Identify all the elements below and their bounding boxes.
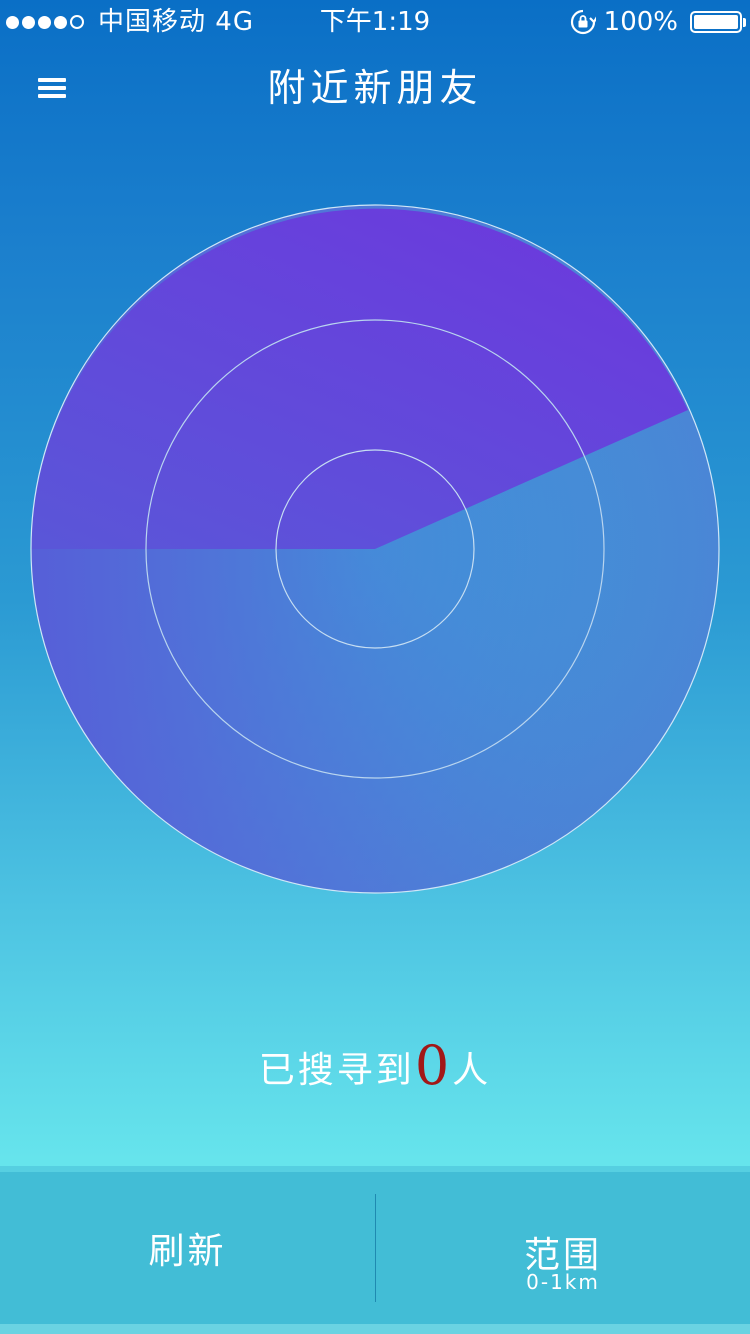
refresh-button[interactable]: 刷新 [0,1172,375,1324]
page-title: 附近新朋友 [267,66,483,110]
result-suffix: 人 [452,1050,492,1091]
status-bar: 中国移动 4G 下午1:19 100% [0,0,750,44]
bottom-bar: 刷新 范围 0-1km [0,1166,750,1334]
battery-percent: 100% [603,7,678,37]
nav-bar: 附近新朋友 [0,44,750,132]
status-right: 100% [570,0,746,44]
battery-icon [690,11,746,33]
result-count: 0 [414,1034,453,1097]
radar-view [30,204,720,894]
result-prefix: 已搜寻到 [258,1050,415,1091]
rotation-lock-icon [570,9,596,35]
range-button[interactable]: 范围 0-1km [376,1172,750,1324]
search-result-text: 已搜寻到0人 [0,1030,750,1107]
range-value: 0-1km [526,1270,600,1294]
refresh-label: 刷新 [148,1231,227,1272]
